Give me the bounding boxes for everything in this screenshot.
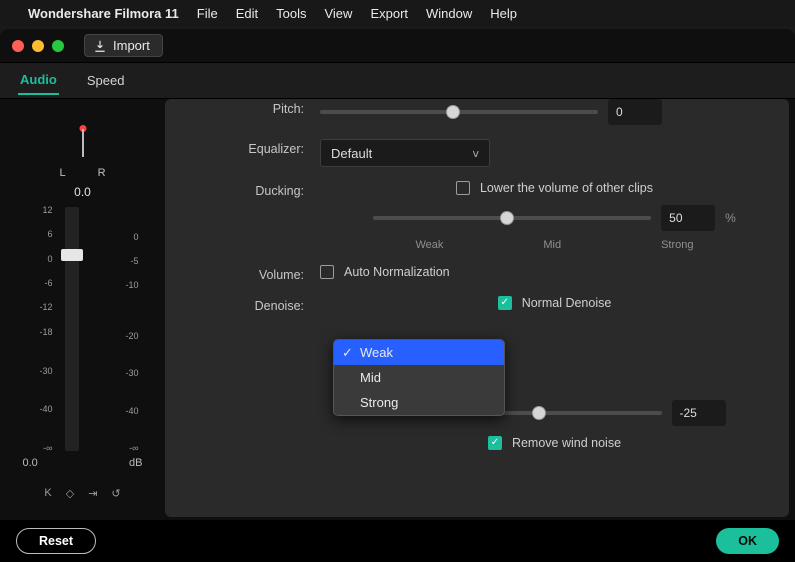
denoise-option-weak[interactable]: Weak [334,340,504,365]
ducking-unit: % [725,211,736,225]
audio-meter-panel: L R 0.0 12 6 0 -6 -12 -18 -30 -40 -∞ [0,99,165,523]
gain-value: 0.0 [23,457,38,469]
menu-tools[interactable]: Tools [276,6,306,21]
audio-settings-panel: Pitch: 0 Equalizer: Default ⅴ [165,99,789,517]
import-button[interactable]: Import [84,34,163,57]
app-window: Import Audio Speed L R 0.0 12 6 0 -6 - [0,29,795,523]
keyframe-prev-icon[interactable]: K [44,487,51,500]
remove-wind-checkbox[interactable] [488,436,502,450]
equalizer-select[interactable]: Default ⅴ [320,139,490,167]
ok-button[interactable]: OK [716,528,779,554]
mac-menu-bar: Wondershare Filmora 11 File Edit Tools V… [0,0,795,26]
keyframe-reset-icon[interactable]: ↺ [111,487,120,500]
ducking-checkbox[interactable] [456,181,470,195]
title-bar: Import [0,29,795,63]
menu-edit[interactable]: Edit [236,6,258,21]
chevron-down-icon: ⅴ [472,147,479,160]
import-label: Import [113,38,150,53]
denoise-option-mid[interactable]: Mid [334,365,504,390]
denoise-label: Denoise: [165,296,320,313]
ducking-slider[interactable] [373,216,651,220]
menu-help[interactable]: Help [490,6,517,21]
keyframe-next-icon[interactable]: ⇥ [88,487,97,500]
app-name[interactable]: Wondershare Filmora 11 [28,6,179,21]
remove-wind-label: Remove wind noise [512,436,621,450]
reset-button[interactable]: Reset [16,528,96,554]
gain-handle[interactable] [61,249,83,261]
maximize-button[interactable] [52,40,64,52]
balance-needle[interactable] [68,121,98,163]
pitch-value[interactable]: 0 [608,99,662,125]
footer: Reset OK [0,520,795,562]
close-button[interactable] [12,40,24,52]
balance-value: 0.0 [74,185,91,199]
menu-export[interactable]: Export [370,6,408,21]
denoise-option-strong[interactable]: Strong [334,390,504,415]
equalizer-label: Equalizer: [165,139,320,156]
pitch-label: Pitch: [165,99,320,116]
import-icon [93,39,107,53]
traffic-lights [12,40,64,52]
menu-file[interactable]: File [197,6,218,21]
minimize-button[interactable] [32,40,44,52]
vu-meter[interactable]: 12 6 0 -6 -12 -18 -30 -40 -∞ [23,205,143,453]
balance-r-label: R [98,167,106,179]
tabs: Audio Speed [0,63,795,99]
keyframe-add-icon[interactable]: ◇ [66,487,74,500]
ducking-label: Ducking: [165,181,320,198]
balance-l-label: L [59,167,65,179]
ducking-value[interactable]: 50 [661,205,715,231]
pitch-slider[interactable] [320,110,598,114]
normal-denoise-checkbox[interactable] [498,296,512,310]
tab-speed[interactable]: Speed [85,67,127,94]
auto-normalization-label: Auto Normalization [344,265,450,279]
volume-label: Volume: [165,265,320,282]
menu-view[interactable]: View [324,6,352,21]
ducking-checkbox-label: Lower the volume of other clips [480,181,653,195]
menu-window[interactable]: Window [426,6,472,21]
tab-audio[interactable]: Audio [18,66,59,95]
normal-denoise-label: Normal Denoise [522,296,612,310]
denoise-value[interactable]: -25 [672,400,726,426]
auto-normalization-checkbox[interactable] [320,265,334,279]
denoise-level-dropdown[interactable]: Weak Mid Strong [333,339,505,416]
gain-unit: dB [129,457,142,469]
